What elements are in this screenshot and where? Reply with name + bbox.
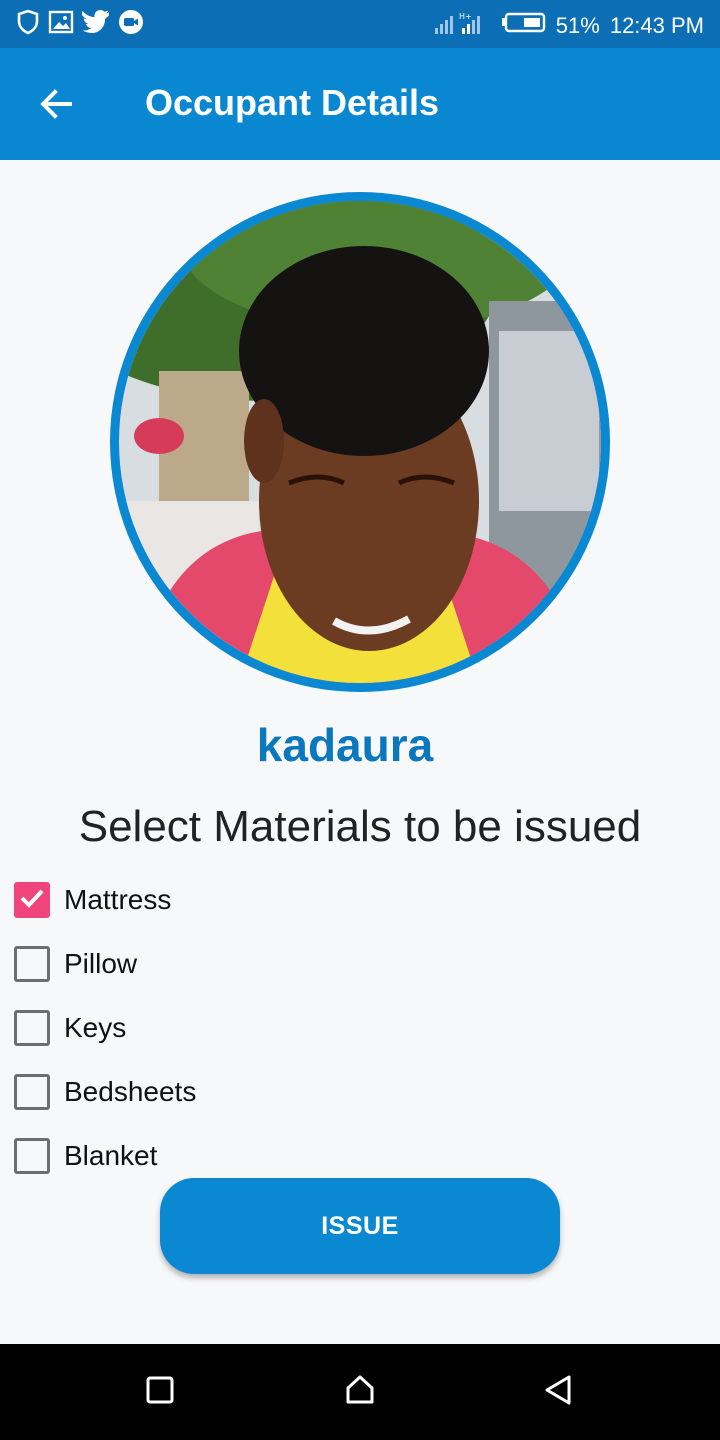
status-bar: H+ 51% 12:43 PM [0,0,720,48]
battery-icon [500,12,546,40]
bedsheets-checkbox[interactable] [14,1074,50,1110]
blanket-checkbox[interactable] [14,1138,50,1174]
bedsheets-label: Bedsheets [64,1076,197,1107]
svg-text:H+: H+ [459,12,472,21]
occupant-avatar [110,192,610,692]
materials-heading: Select Materials to be issued [78,802,642,851]
signal-icon: H+ [434,10,490,42]
keys-checkbox[interactable] [14,1010,50,1046]
shield-icon [16,9,40,39]
occupant-name: kadaura [256,719,434,771]
video-call-icon [118,9,144,39]
blanket-label: Blanket [64,1140,158,1171]
material-pillow-row[interactable]: Pillow [14,932,694,996]
material-mattress-row[interactable]: Mattress [14,868,694,932]
back-triangle-icon [543,1374,573,1410]
system-indicators: H+ 51% 12:43 PM [434,10,704,42]
back-button[interactable] [28,78,84,134]
mattress-checkbox[interactable] [14,882,50,918]
material-keys-row[interactable]: Keys [14,996,694,1060]
issue-button[interactable]: ISSUE [160,1178,560,1274]
twitter-icon [81,9,110,38]
app-bar: Occupant Details [0,48,720,160]
recents-square-icon [145,1375,175,1409]
image-icon [48,10,74,38]
keys-label: Keys [64,1012,127,1043]
pillow-label: Pillow [64,948,138,979]
system-nav-bar [0,1344,720,1440]
home-button[interactable] [340,1372,380,1412]
battery-percent: 51% [555,13,600,38]
notification-icons [16,9,144,39]
mattress-label: Mattress [64,884,172,915]
nav-back-button[interactable] [538,1372,578,1412]
materials-checklist: Mattress Pillow Keys Bedsheets Blanket [14,868,694,1188]
home-icon [344,1374,376,1410]
pillow-checkbox[interactable] [14,946,50,982]
clock: 12:43 PM [609,13,704,38]
recents-button[interactable] [140,1372,180,1412]
page-title: Occupant Details [145,82,440,123]
checkmark-icon [18,884,46,916]
material-bedsheets-row[interactable]: Bedsheets [14,1060,694,1124]
arrow-left-icon [38,86,74,126]
occupant-photo [119,201,601,683]
